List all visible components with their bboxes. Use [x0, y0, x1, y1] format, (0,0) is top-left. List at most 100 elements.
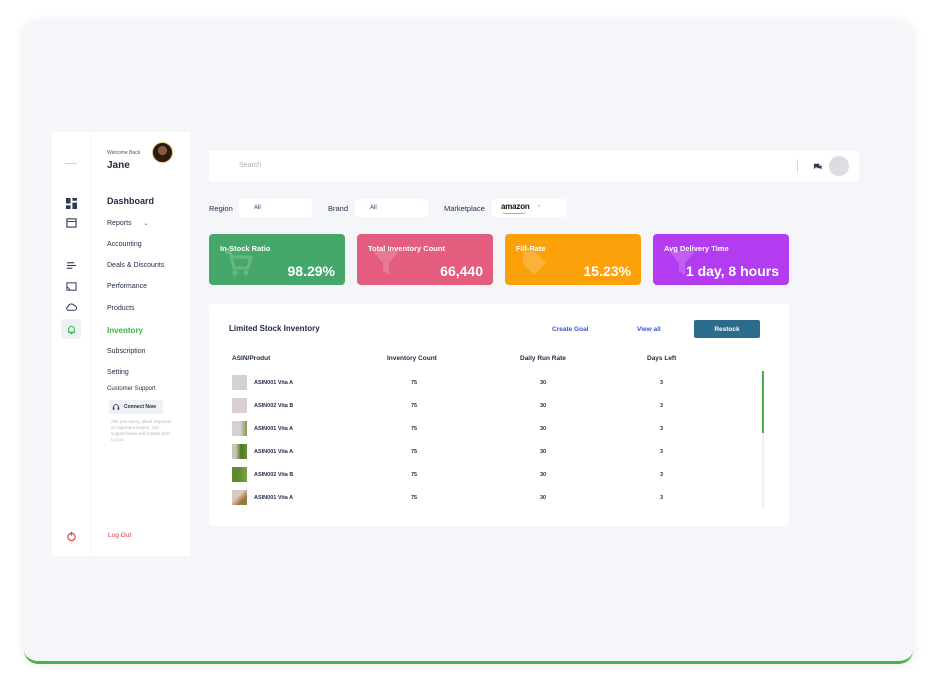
- days-left: 3: [660, 449, 664, 455]
- connect-now-button[interactable]: Connect Now: [109, 400, 163, 414]
- sidebar-item-products[interactable]: Products: [107, 305, 135, 312]
- inventory-count: 75: [411, 426, 418, 432]
- table-row[interactable]: ASIN002 Vita B 75 30 3: [209, 467, 769, 490]
- product-thumbnail: [232, 375, 247, 390]
- dashboard-grid-icon[interactable]: [61, 193, 81, 213]
- cast-icon[interactable]: [61, 276, 81, 296]
- logout-link[interactable]: Log Out: [108, 532, 131, 539]
- brand-select[interactable]: All: [355, 199, 428, 217]
- kpi-title: Total Inventory Count: [368, 244, 445, 253]
- region-label: Region: [209, 204, 233, 213]
- table-row[interactable]: ASIN001 Vita A 75 30 3: [209, 421, 769, 444]
- column-header-asin[interactable]: ASIN/Produt: [232, 355, 270, 362]
- sidebar-item-label: Reports: [107, 220, 132, 227]
- user-name: Jane: [107, 160, 130, 171]
- product-thumbnail: [232, 490, 247, 505]
- kpi-value: 15.23%: [583, 263, 631, 279]
- product-name: ASIN001 Vita A: [254, 380, 294, 386]
- rail-divider: [65, 163, 77, 164]
- product-thumbnail: [232, 444, 247, 459]
- search-input[interactable]: Search: [239, 162, 261, 169]
- search-bar: Search: [209, 151, 859, 181]
- marketplace-select[interactable]: amazon ×: [492, 199, 566, 217]
- create-goal-link[interactable]: Create Goal: [552, 326, 589, 333]
- daily-run-rate: 30: [540, 495, 547, 501]
- header-divider: [797, 159, 798, 173]
- brand-label: Brand: [328, 204, 349, 213]
- restock-button[interactable]: Restock: [694, 320, 760, 338]
- product-name: ASIN001 Vita A: [254, 426, 294, 432]
- list-icon[interactable]: [61, 255, 81, 275]
- daily-run-rate: 30: [540, 426, 547, 432]
- kpi-value: 98.29%: [287, 263, 335, 279]
- product-name: ASIN002 Vita B: [254, 403, 294, 409]
- daily-run-rate: 30: [540, 403, 547, 409]
- column-header-days-left[interactable]: Days Left: [647, 355, 676, 362]
- product-thumbnail: [232, 398, 247, 413]
- amazon-smile-icon: [502, 211, 526, 214]
- clear-marketplace-icon[interactable]: ×: [537, 204, 541, 210]
- cloud-icon[interactable]: [61, 297, 81, 317]
- sidebar-menu: Welcome Back Jane Dashboard Reports ⌄ Acc…: [91, 132, 190, 556]
- kpi-value: 66,440: [440, 263, 483, 279]
- chevron-down-icon: ⌄: [143, 221, 149, 227]
- inventory-count: 75: [411, 380, 418, 386]
- sidebar-item-deals[interactable]: Deals & Discounts: [107, 262, 164, 269]
- product-thumbnail: [232, 467, 247, 482]
- product-name: ASIN001 Vita A: [254, 495, 294, 501]
- daily-run-rate: 30: [540, 380, 547, 386]
- limited-stock-table-card: Limited Stock Inventory Create Goal View…: [209, 304, 789, 526]
- avatar[interactable]: [152, 142, 173, 163]
- support-description: Ask you query, place requests or importa…: [111, 419, 171, 442]
- support-title: Customer Support: [107, 386, 156, 392]
- sidebar-item-dashboard[interactable]: Dashboard: [107, 196, 154, 206]
- days-left: 3: [660, 426, 664, 432]
- days-left: 3: [660, 495, 664, 501]
- kpi-card-total-inventory[interactable]: Total Inventory Count 66,440: [357, 234, 493, 285]
- power-icon[interactable]: [61, 526, 81, 546]
- days-left: 3: [660, 472, 664, 478]
- bell-icon[interactable]: [61, 319, 81, 339]
- sidebar-item-setting[interactable]: Setting: [107, 369, 129, 376]
- inventory-count: 75: [411, 472, 418, 478]
- sidebar-item-inventory[interactable]: Inventory: [107, 326, 143, 335]
- amazon-logo: amazon: [501, 202, 530, 211]
- sidebar-item-accounting[interactable]: Accounting: [107, 241, 142, 248]
- marketplace-label: Marketplace: [444, 204, 485, 213]
- table-row[interactable]: ASIN001 Vita A 75 30 3: [209, 444, 769, 467]
- inventory-count: 75: [411, 449, 418, 455]
- table-title: Limited Stock Inventory: [229, 324, 320, 333]
- kpi-title: Avg Delivery Time: [664, 244, 729, 253]
- daily-run-rate: 30: [540, 449, 547, 455]
- kpi-title: Fill-Rate: [516, 244, 546, 253]
- column-header-inventory-count[interactable]: Inventory Count: [387, 355, 437, 362]
- table-row[interactable]: ASIN002 Vita B 75 30 3: [209, 398, 769, 421]
- sidebar-item-performance[interactable]: Performance: [107, 283, 147, 290]
- table-row[interactable]: ASIN001 Vita A 75 30 3: [209, 490, 769, 513]
- welcome-text: Welcome Back: [107, 150, 141, 156]
- days-left: 3: [660, 380, 664, 386]
- kpi-title: In-Stock Ratio: [220, 244, 271, 253]
- scrollbar-thumb[interactable]: [762, 371, 764, 433]
- kpi-card-fill-rate[interactable]: Fill-Rate 15.23%: [505, 234, 641, 285]
- region-select[interactable]: All: [239, 199, 312, 217]
- product-thumbnail: [232, 421, 247, 436]
- days-left: 3: [660, 403, 664, 409]
- chat-icon[interactable]: [813, 162, 822, 171]
- icon-rail: [52, 132, 90, 556]
- kpi-card-avg-delivery-time[interactable]: Avg Delivery Time 1 day, 8 hours: [653, 234, 789, 285]
- kpi-value: 1 day, 8 hours: [685, 263, 779, 279]
- user-avatar[interactable]: [829, 156, 849, 176]
- view-all-link[interactable]: View all: [637, 326, 661, 333]
- inventory-count: 75: [411, 403, 418, 409]
- product-name: ASIN002 Vita B: [254, 472, 294, 478]
- calendar-icon[interactable]: [61, 212, 81, 232]
- headset-icon: [112, 404, 120, 410]
- table-row[interactable]: ASIN001 Vita A 75 30 3: [209, 375, 769, 398]
- sidebar-item-reports[interactable]: Reports ⌄: [107, 220, 149, 227]
- product-name: ASIN001 Vita A: [254, 449, 294, 455]
- kpi-card-in-stock-ratio[interactable]: In-Stock Ratio 98.29%: [209, 234, 345, 285]
- column-header-daily-run-rate[interactable]: Daily Run Rate: [520, 355, 566, 362]
- sidebar-item-subscription[interactable]: Subscription: [107, 348, 146, 355]
- inventory-count: 75: [411, 495, 418, 501]
